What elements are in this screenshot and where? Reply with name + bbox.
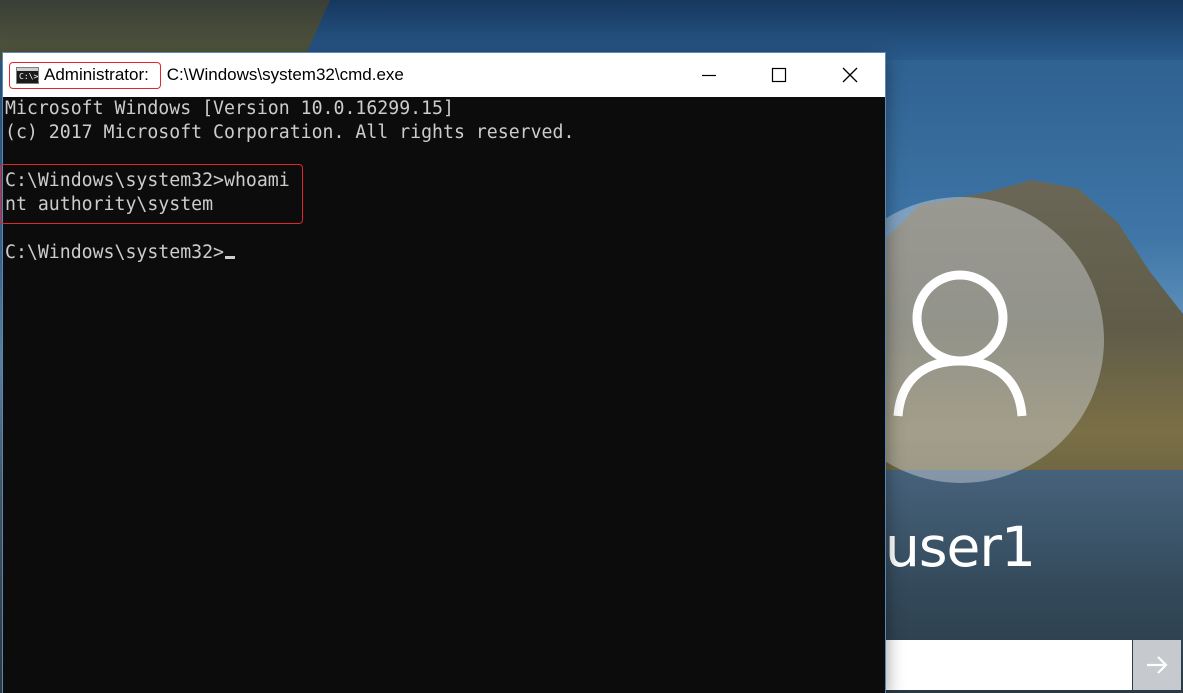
console-prompt-line[interactable]: C:\Windows\system32> <box>5 241 235 265</box>
console-prompt: C:\Windows\system32> <box>5 242 224 263</box>
console-line: (c) 2017 Microsoft Corporation. All righ… <box>5 122 575 143</box>
command-highlight-box <box>0 164 303 224</box>
text-cursor <box>225 256 235 259</box>
cmd-icon-text: C:\>_ <box>19 72 44 81</box>
arrow-right-icon <box>1147 656 1168 674</box>
password-input[interactable] <box>884 640 1132 690</box>
minimize-button[interactable] <box>674 53 744 97</box>
window-title-prefix: Administrator: <box>44 65 149 84</box>
window-title-path: C:\Windows\system32\cmd.exe <box>162 65 404 84</box>
maximize-icon <box>771 67 787 83</box>
cmd-window: C:\>_ Administrator: C:\Windows\system32… <box>0 53 885 693</box>
submit-button[interactable] <box>1133 640 1181 690</box>
console-output[interactable]: Microsoft Windows [Version 10.0.16299.15… <box>0 97 885 693</box>
close-button[interactable] <box>815 53 885 97</box>
console-line: Microsoft Windows [Version 10.0.16299.15… <box>5 98 454 119</box>
cmd-icon[interactable]: C:\>_ <box>16 67 43 84</box>
login-username: user1 <box>885 515 1036 579</box>
title-bar[interactable]: C:\>_ Administrator: C:\Windows\system32… <box>3 53 885 97</box>
maximize-button[interactable] <box>744 53 814 97</box>
user-silhouette-icon <box>893 270 1027 417</box>
close-icon <box>842 67 858 83</box>
minimize-icon <box>702 74 716 77</box>
background-cliff <box>0 0 330 60</box>
